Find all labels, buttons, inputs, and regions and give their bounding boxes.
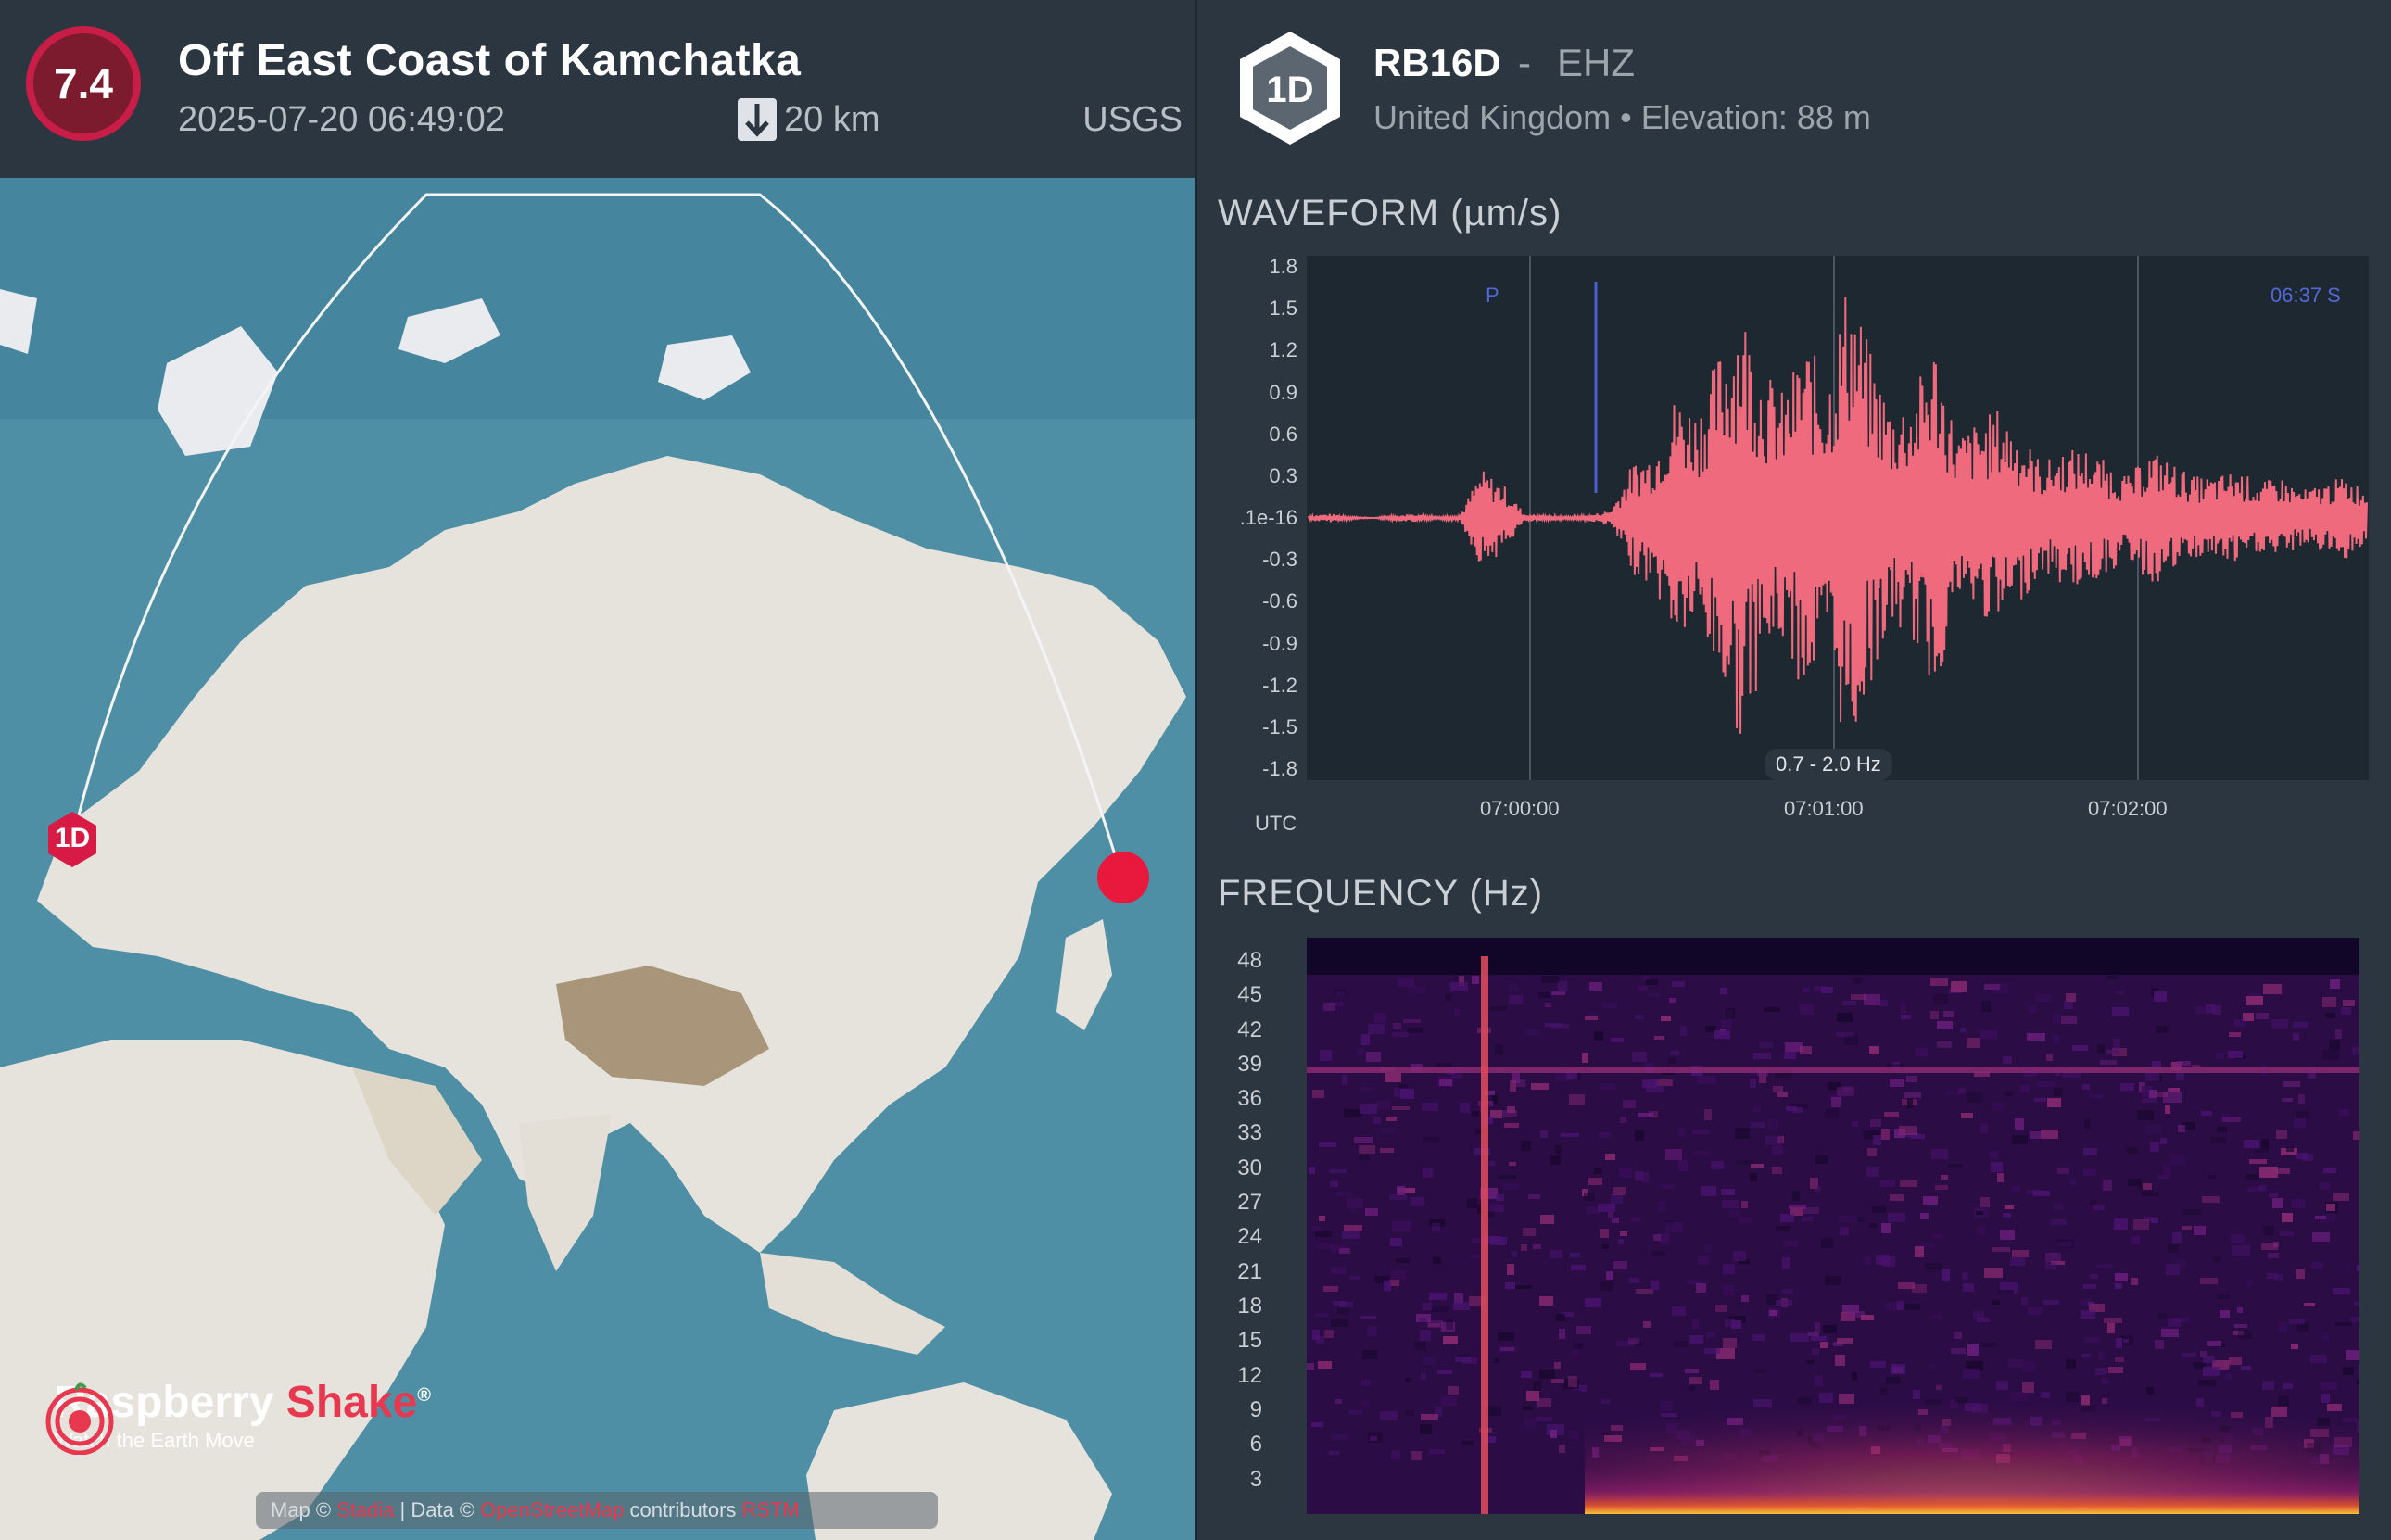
s-arrival-label: 06:37 S: [2271, 284, 2341, 307]
frequency-y-tick: 15: [1237, 1328, 1262, 1354]
filter-label: 0.7 - 2.0 Hz: [1765, 749, 1892, 780]
waveform-x-tick: 07:02:00: [2088, 797, 2168, 820]
spectrogram-canvas: [1307, 938, 2359, 1514]
station-panel: 1D RB16D - EHZ United Kingdom • Elevatio…: [1197, 0, 2391, 1540]
waveform-x-tick: 07:01:00: [1784, 797, 1864, 820]
event-title: Off East Coast of Kamchatka: [178, 36, 802, 85]
waveform-y-tick: -0.6: [1262, 589, 1297, 613]
attribution-prefix: Map ©: [271, 1498, 332, 1521]
waveform-y-tick: -0.3: [1262, 548, 1297, 572]
waveform-y-tick: 1.5: [1269, 297, 1297, 321]
frequency-y-tick: 9: [1249, 1397, 1262, 1423]
p-arrival-label: P: [1486, 284, 1499, 307]
frequency-y-tick: 42: [1237, 1016, 1262, 1042]
depth-value: 20 km: [784, 99, 880, 139]
svg-text:1D: 1D: [55, 823, 90, 853]
waveform-y-tick: 0.3: [1269, 463, 1297, 487]
waveform-y-tick: 1.8: [1269, 255, 1297, 278]
attribution-suffix: contributors: [629, 1498, 737, 1521]
frequency-y-tick: 12: [1237, 1362, 1262, 1388]
event-header: 7.4 Off East Coast of Kamchatka 2025-07-…: [0, 0, 1196, 178]
svg-text:1D: 1D: [1266, 69, 1313, 110]
waveform-plot[interactable]: 0.7 - 2.0 Hz P 06:37 S: [1307, 256, 2369, 780]
station-location: United Kingdom • Elevation: 88 m: [1373, 98, 1871, 136]
raspberry-shake-logo[interactable]: Raspberry Shake® Watch the Earth Move: [43, 1378, 431, 1455]
waveform-trace: [1308, 297, 2368, 734]
depth-info: 20 km: [738, 98, 879, 141]
frequency-y-tick: 48: [1237, 947, 1262, 973]
waveform-y-tick: 0.6: [1269, 422, 1297, 446]
waveform-title: WAVEFORM (µm/s): [1218, 193, 1562, 234]
agency-label: USGS: [1082, 100, 1183, 139]
station-dash: -: [1518, 41, 1531, 84]
shake-logo-icon: [45, 1382, 114, 1455]
attribution-mid: | Data ©: [399, 1498, 475, 1521]
waveform-y-tick: -1.2: [1262, 673, 1297, 697]
event-time: 2025-07-20 06:49:02: [178, 100, 505, 139]
frequency-y-tick: 33: [1237, 1120, 1262, 1146]
waveform-y-tick: 1.2: [1269, 338, 1297, 362]
logo-name-2: Shake: [285, 1378, 418, 1427]
waveform-y-tick: -1.8: [1262, 757, 1297, 780]
frequency-y-tick: 36: [1237, 1086, 1262, 1112]
map-view[interactable]: 1D Raspberry Shake® Watch the Earth Move…: [0, 178, 1196, 1540]
waveform-y-tick: -0.9: [1262, 631, 1297, 655]
waveform-y-tick: 0.9: [1269, 380, 1297, 404]
map-attribution: Map © Stadia | Data © OpenStreetMap cont…: [256, 1492, 938, 1529]
utc-label: UTC: [1255, 812, 1297, 835]
frequency-y-tick: 18: [1237, 1294, 1262, 1319]
attribution-link-rstm[interactable]: RSTM: [741, 1498, 799, 1522]
map-canvas: 1D: [0, 178, 1196, 1540]
frequency-y-tick: 39: [1237, 1051, 1262, 1077]
waveform-canvas: [1308, 256, 2368, 780]
magnitude-badge: 7.4: [26, 26, 141, 141]
waveform-y-tick: -1.5: [1262, 714, 1297, 738]
frequency-y-tick: 27: [1237, 1190, 1262, 1216]
station-badge-icon: 1D: [1240, 32, 1340, 145]
frequency-y-tick: 30: [1237, 1155, 1262, 1180]
station-channel: EHZ: [1557, 41, 1635, 84]
frequency-y-tick: 21: [1237, 1258, 1262, 1284]
station-code: RB16D: [1373, 41, 1501, 84]
frequency-y-tick: 24: [1237, 1224, 1262, 1250]
logo-reg: ®: [417, 1385, 431, 1406]
waveform-x-tick: 07:00:00: [1480, 797, 1560, 820]
frequency-y-tick: 6: [1249, 1432, 1262, 1458]
waveform-y-tick: .1e-16: [1239, 506, 1297, 529]
event-marker: [1097, 852, 1149, 903]
spectrogram-plot[interactable]: [1307, 938, 2359, 1514]
arrow-down-icon: [738, 98, 777, 141]
event-panel: 7.4 Off East Coast of Kamchatka 2025-07-…: [0, 0, 1196, 1540]
frequency-y-tick: 3: [1249, 1466, 1262, 1492]
attribution-link-osm[interactable]: OpenStreetMap: [480, 1498, 624, 1522]
frequency-y-tick: 45: [1237, 982, 1262, 1008]
frequency-title: FREQUENCY (Hz): [1218, 873, 1544, 914]
attribution-link-stadia[interactable]: Stadia: [336, 1498, 394, 1522]
